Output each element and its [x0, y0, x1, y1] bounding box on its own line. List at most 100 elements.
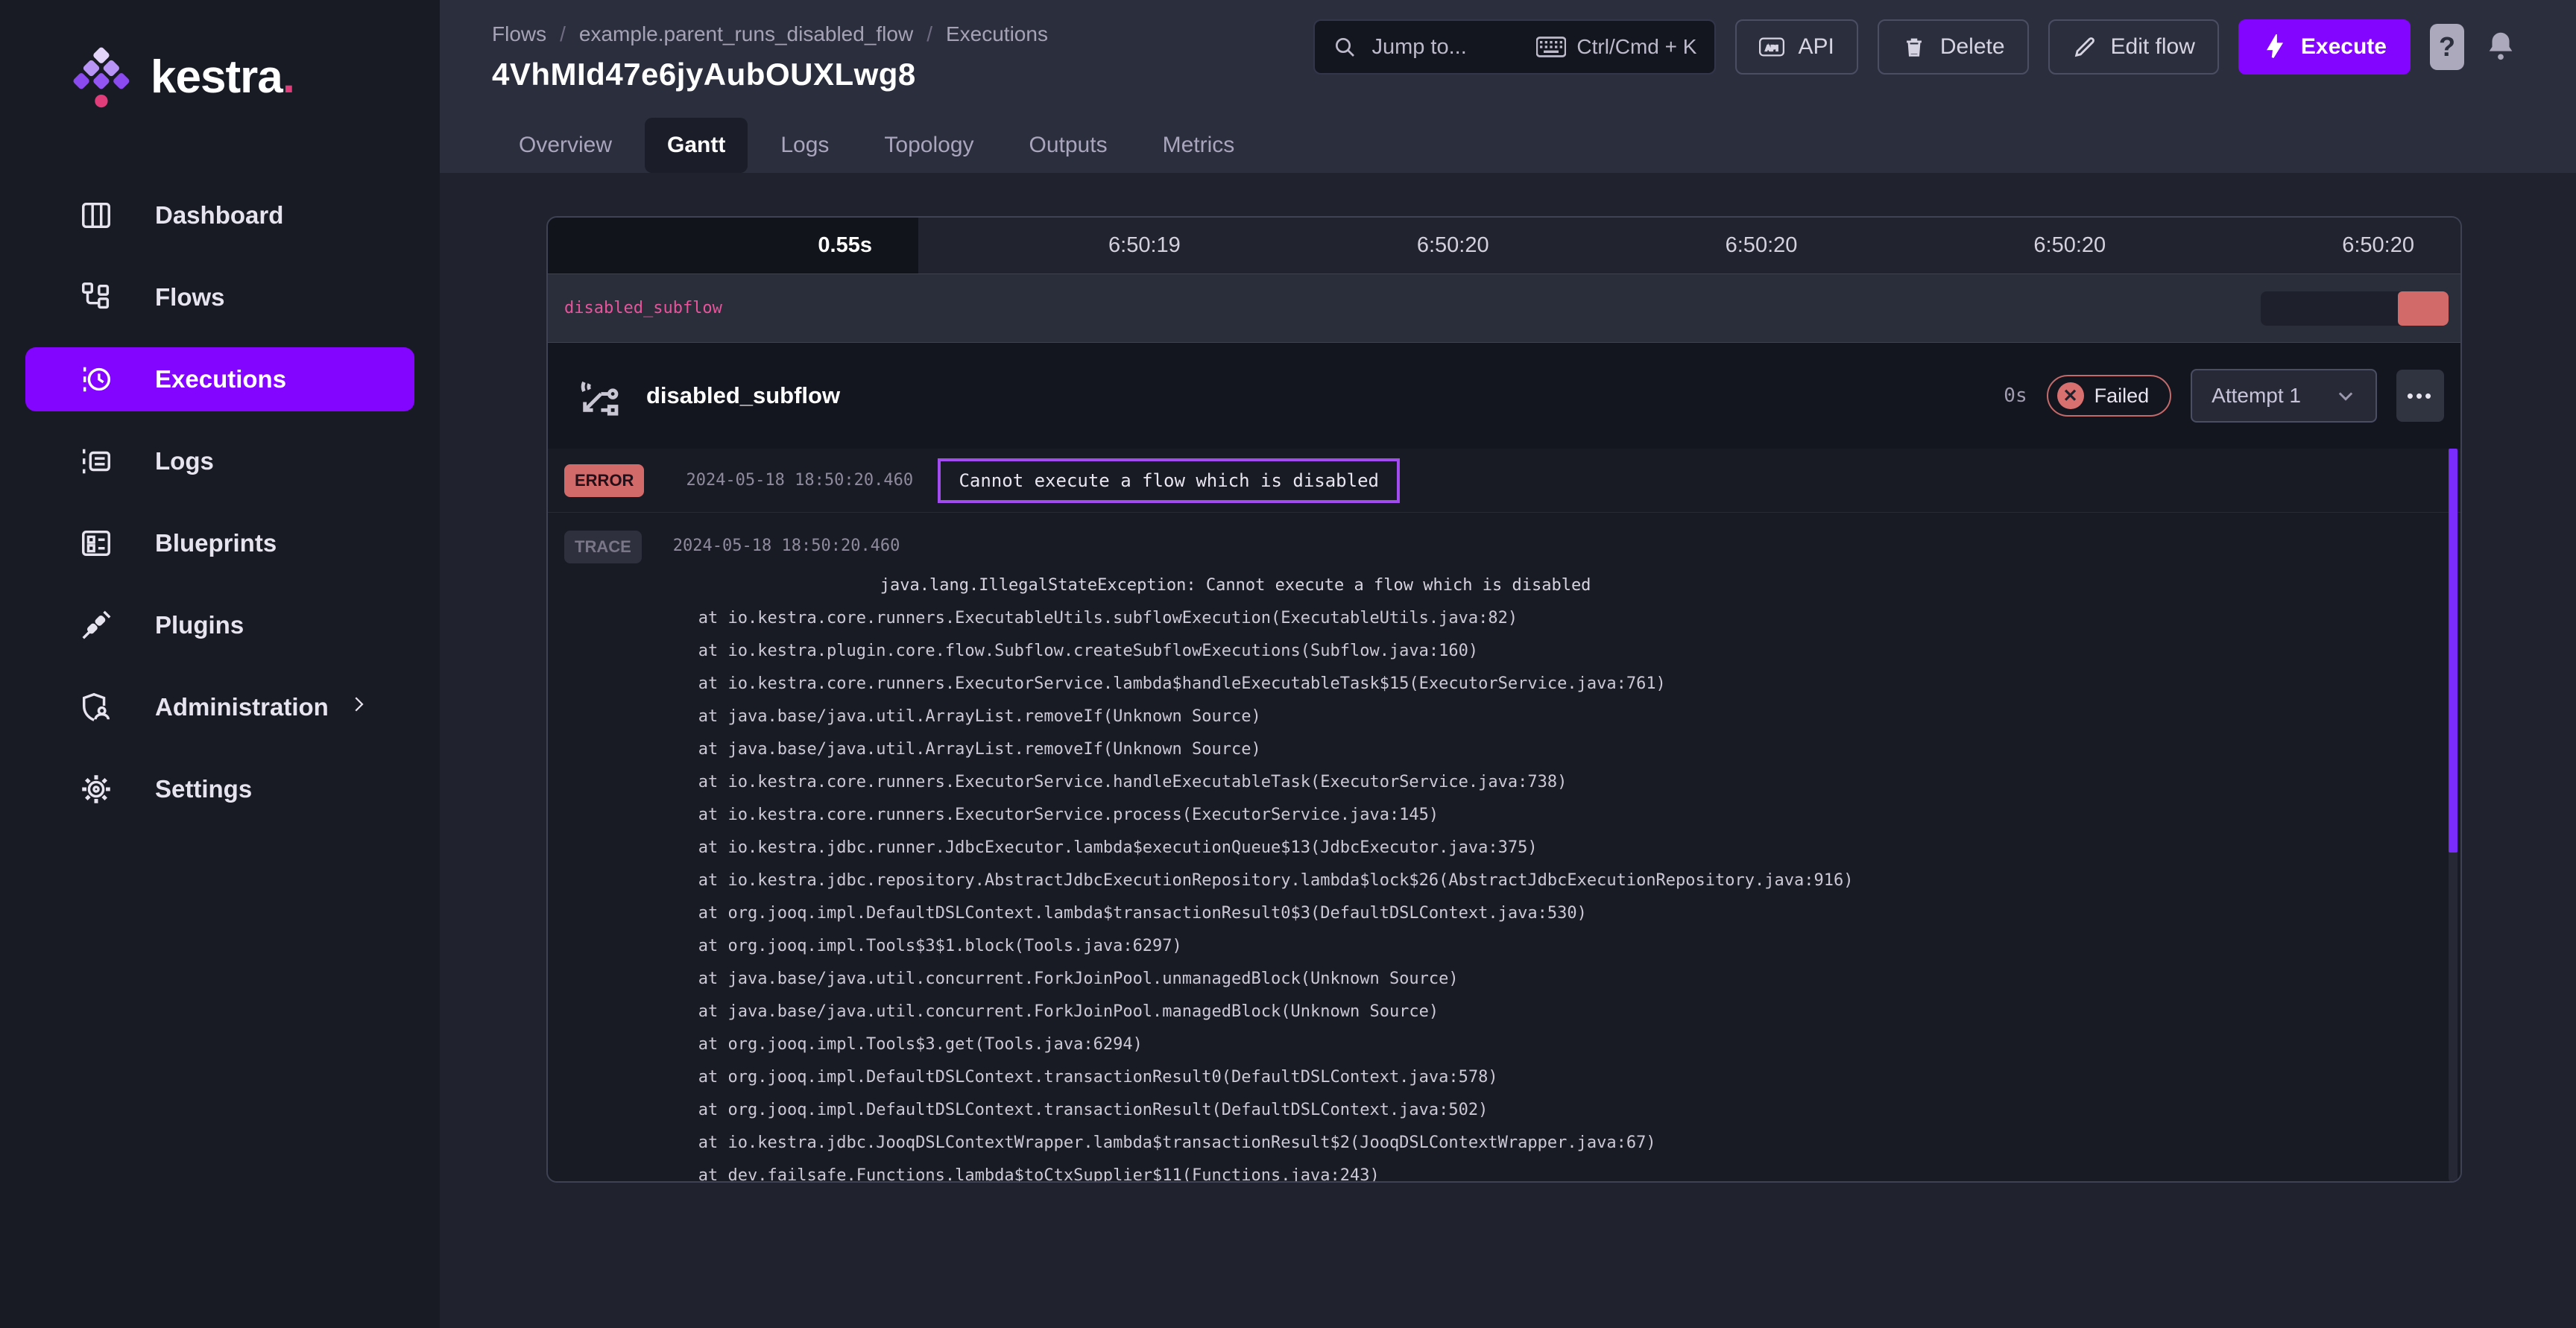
stack-trace-line: at java.base/java.util.concurrent.ForkJo…: [698, 996, 1854, 1028]
notifications-bell-icon[interactable]: [2484, 27, 2518, 68]
task-name: disabled_subflow: [646, 382, 840, 409]
stack-trace-line: at java.base/java.util.ArrayList.removeI…: [698, 733, 1854, 766]
top-header: Flows / example.parent_runs_disabled_flo…: [440, 0, 2576, 173]
sidebar-item-label: Blueprints: [155, 529, 277, 557]
timeline-tick: 6:50:20: [1535, 218, 1844, 273]
gantt-timeline-header: 0.55s 6:50:19 6:50:20 6:50:20 6:50:20 6:…: [548, 218, 2460, 273]
logo-wordmark: kestra.: [151, 51, 294, 104]
kestra-logo[interactable]: kestra.: [0, 36, 440, 118]
stack-trace-line: at org.jooq.impl.DefaultDSLContext.trans…: [698, 1094, 1854, 1127]
execute-button[interactable]: Execute: [2238, 19, 2411, 75]
delete-button[interactable]: Delete: [1878, 19, 2029, 75]
blueprints-icon: [79, 526, 113, 560]
stack-trace-line: at io.kestra.core.runners.ExecutableUtil…: [698, 602, 1854, 635]
lightning-bolt-icon: [2262, 34, 2288, 60]
timeline-tick: 6:50:20: [1227, 218, 1535, 273]
attempt-select[interactable]: Attempt 1: [2191, 369, 2377, 423]
gantt-task-label: disabled_subflow: [564, 299, 722, 317]
search-shortcut: Ctrl/Cmd + K: [1536, 35, 1696, 59]
api-button[interactable]: API API: [1735, 19, 1857, 75]
log-row-trace: TRACE 2024-05-18 18:50:20.460 java.lang.…: [548, 513, 2460, 1183]
gantt-task-bar[interactable]: [2261, 291, 2449, 326]
sidebar-item-plugins[interactable]: Plugins: [25, 593, 414, 657]
sidebar-item-blueprints[interactable]: Blueprints: [25, 511, 414, 575]
kestra-logo-icon: [66, 42, 134, 111]
timeline-duration-cell: 0.55s: [548, 218, 918, 273]
trash-icon: [1901, 34, 1927, 60]
tab-overview[interactable]: Overview: [496, 118, 634, 173]
subflow-icon: [578, 374, 621, 417]
log-level-badge-error: ERROR: [564, 464, 644, 497]
tab-topology[interactable]: Topology: [862, 118, 996, 173]
chevron-down-icon: [2335, 385, 2356, 406]
log-scrollbar-thumb[interactable]: [2449, 449, 2457, 853]
sidebar-item-label: Executions: [155, 365, 286, 393]
stack-trace-line: at io.kestra.core.runners.ExecutorServic…: [698, 668, 1854, 701]
stack-trace-line: at org.jooq.impl.DefaultDSLContext.lambd…: [698, 897, 1854, 930]
jump-to-search[interactable]: Jump to... Ctrl/Cmd + K: [1313, 19, 1716, 75]
edit-flow-button[interactable]: Edit flow: [2048, 19, 2219, 75]
log-timestamp: 2024-05-18 18:50:20.460: [686, 471, 924, 490]
error-message-highlight: Cannot execute a flow which is disabled: [938, 458, 1400, 503]
task-controls: 0s ✕ Failed Attempt 1 •••: [2004, 369, 2444, 423]
stack-trace-line: at dev.failsafe.Functions.lambda$toCtxSu…: [698, 1160, 1854, 1183]
stack-trace-line: at org.jooq.impl.Tools$3$1.block(Tools.j…: [698, 930, 1854, 963]
timeline-tick: 6:50:20: [2152, 218, 2460, 273]
api-icon: API: [1759, 34, 1784, 60]
gantt-task-row[interactable]: disabled_subflow: [548, 273, 2460, 343]
stack-trace-line: at io.kestra.plugin.core.flow.Subflow.cr…: [698, 635, 1854, 668]
sidebar-item-flows[interactable]: Flows: [25, 265, 414, 329]
sidebar: kestra. Dashboard Flows Executions Logs …: [0, 0, 440, 1328]
sidebar-item-label: Administration: [155, 693, 329, 721]
sidebar-item-executions[interactable]: Executions: [25, 347, 414, 411]
sidebar-item-label: Settings: [155, 775, 252, 803]
stack-trace-line: at io.kestra.jdbc.repository.AbstractJdb…: [698, 864, 1854, 897]
sidebar-item-administration[interactable]: Administration: [25, 675, 414, 739]
status-badge-failed[interactable]: ✕ Failed: [2047, 375, 2172, 417]
task-menu-button[interactable]: •••: [2396, 370, 2444, 422]
breadcrumb-namespace[interactable]: example.parent_runs_disabled_flow: [579, 22, 913, 46]
status-label: Failed: [2094, 385, 2150, 408]
stack-trace-line: at io.kestra.core.runners.ExecutorServic…: [698, 766, 1854, 799]
logs-icon: [79, 444, 113, 478]
search-placeholder: Jump to...: [1371, 35, 1521, 60]
header-left: Flows / example.parent_runs_disabled_flo…: [492, 19, 1048, 92]
timeline-tick: 6:50:20: [1843, 218, 2152, 273]
sidebar-item-logs[interactable]: Logs: [25, 429, 414, 493]
tab-gantt[interactable]: Gantt: [645, 118, 748, 173]
header-controls: Jump to... Ctrl/Cmd + K API API Delete: [1313, 19, 2518, 75]
content-area: 0.55s 6:50:19 6:50:20 6:50:20 6:50:20 6:…: [440, 173, 2576, 1328]
stack-trace-line: at org.jooq.impl.Tools$3.get(Tools.java:…: [698, 1028, 1854, 1061]
stack-trace-line: at io.kestra.jdbc.runner.JdbcExecutor.la…: [698, 832, 1854, 864]
breadcrumb-executions[interactable]: Executions: [946, 22, 1048, 46]
sidebar-item-label: Flows: [155, 283, 225, 312]
search-icon: [1333, 35, 1357, 59]
stack-trace-line: at org.jooq.impl.DefaultDSLContext.trans…: [698, 1061, 1854, 1094]
sidebar-item-label: Plugins: [155, 611, 244, 639]
log-scrollbar[interactable]: [2449, 449, 2457, 1183]
stack-trace-line: at java.base/java.util.concurrent.ForkJo…: [698, 963, 1854, 996]
task-log-section: ERROR 2024-05-18 18:50:20.460 Cannot exe…: [548, 449, 2460, 1183]
sidebar-item-settings[interactable]: Settings: [25, 757, 414, 821]
ellipsis-icon: •••: [2407, 385, 2434, 408]
execution-tabs: Overview Gantt Logs Topology Outputs Met…: [492, 118, 2518, 173]
exception-heading: java.lang.IllegalStateException: Cannot …: [698, 569, 1854, 602]
breadcrumb-separator: /: [926, 22, 932, 46]
sidebar-item-dashboard[interactable]: Dashboard: [25, 183, 414, 247]
keyboard-icon: [1536, 36, 1566, 58]
help-button[interactable]: ?: [2430, 24, 2464, 70]
tab-metrics[interactable]: Metrics: [1140, 118, 1257, 173]
tab-logs[interactable]: Logs: [758, 118, 851, 173]
tab-outputs[interactable]: Outputs: [1007, 118, 1130, 173]
svg-text:API: API: [1766, 45, 1778, 53]
page-title: 4VhMId47e6jyAubOUXLwg8: [492, 57, 1048, 92]
log-timestamp: 2024-05-18 18:50:20.460: [673, 537, 912, 555]
breadcrumb-separator: /: [560, 22, 566, 46]
main-area: Flows / example.parent_runs_disabled_flo…: [440, 0, 2576, 1328]
executions-icon: [79, 362, 113, 396]
gantt-panel: 0.55s 6:50:19 6:50:20 6:50:20 6:50:20 6:…: [546, 216, 2462, 1183]
stack-trace-line: at io.kestra.jdbc.JooqDSLContextWrapper.…: [698, 1127, 1854, 1160]
stack-trace-line: at java.base/java.util.ArrayList.removeI…: [698, 701, 1854, 733]
breadcrumb-flows[interactable]: Flows: [492, 22, 546, 46]
app-root: kestra. Dashboard Flows Executions Logs …: [0, 0, 2576, 1328]
